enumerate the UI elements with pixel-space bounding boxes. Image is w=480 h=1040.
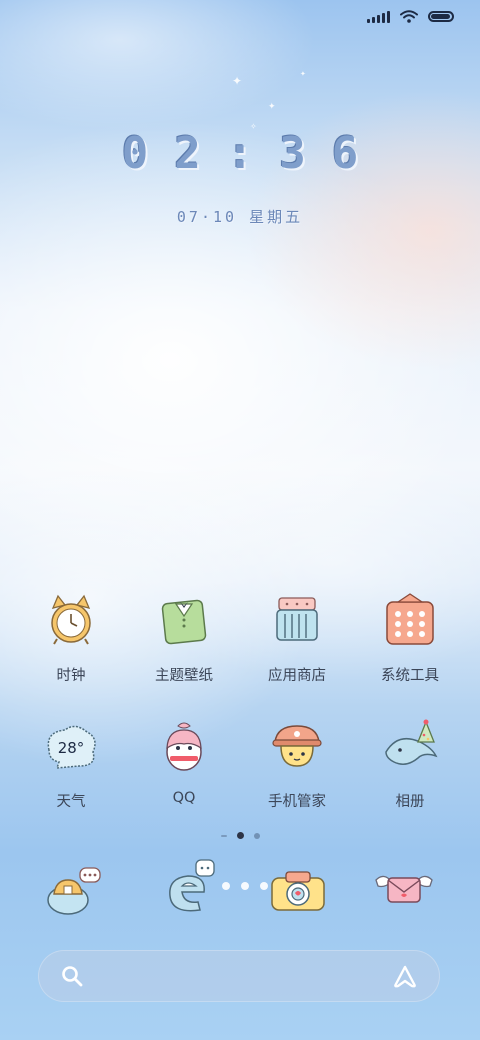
page-indicator-dot-active — [236, 832, 244, 839]
app-label: 相册 — [395, 794, 425, 810]
alarm-clock-icon — [51, 594, 91, 645]
app-label: 手机管家 — [268, 794, 326, 810]
search-bar[interactable] — [38, 950, 440, 1002]
system-tools-icon — [386, 593, 434, 645]
theme-wallpaper-icon — [161, 599, 207, 645]
app-security-manager[interactable]: 手机管家 — [242, 718, 352, 811]
wifi-icon — [400, 10, 418, 23]
camera-dock-icon[interactable] — [268, 862, 328, 922]
battery-fill — [431, 14, 450, 19]
app-clock[interactable]: 时钟 — [16, 592, 126, 685]
messages-dock-icon[interactable] — [374, 862, 434, 922]
app-weather[interactable]: 28° 天气 — [16, 718, 126, 811]
browser-dock-icon[interactable] — [160, 858, 220, 918]
app-label: 系统工具 — [381, 668, 439, 684]
clock-time[interactable]: 02:36 — [0, 128, 480, 179]
battery-icon — [428, 11, 454, 22]
home-screen: ✦ ✦ ✧ ✦ 02:36 07·10 星期五 时钟 主题壁纸 应用商店 系统工… — [0, 0, 480, 1040]
page-indicator-dash — [220, 834, 227, 837]
sparkle-decoration: ✦ — [300, 70, 306, 78]
sparkle-decoration: ✦ — [268, 102, 276, 112]
app-store[interactable]: 应用商店 — [242, 592, 352, 685]
security-manager-icon — [272, 725, 322, 767]
page-indicator[interactable] — [0, 832, 480, 839]
sparkle-decoration: ✦ — [232, 74, 243, 88]
app-store-icon — [276, 597, 318, 641]
penguin-qq-icon — [166, 722, 202, 771]
app-qq[interactable]: QQ — [129, 718, 239, 806]
app-label: 天气 — [56, 794, 86, 810]
app-label: 时钟 — [56, 668, 86, 684]
assistant-icon[interactable] — [392, 964, 418, 988]
search-icon[interactable] — [60, 964, 84, 988]
signal-bars-icon — [367, 10, 390, 23]
app-label: QQ — [172, 790, 196, 806]
phone-dock-icon[interactable] — [42, 862, 102, 922]
app-system-tools[interactable]: 系统工具 — [355, 592, 465, 685]
gallery-icon — [385, 719, 438, 765]
app-label: 主题壁纸 — [155, 668, 213, 684]
app-label: 应用商店 — [268, 668, 326, 684]
page-indicator-dot — [253, 832, 260, 839]
status-bar — [367, 10, 454, 23]
app-theme-wallpaper[interactable]: 主题壁纸 — [129, 592, 239, 685]
app-gallery[interactable]: 相册 — [355, 718, 465, 811]
dock-decoration-dots — [222, 882, 268, 890]
weather-icon: 28° — [47, 725, 96, 769]
weather-temperature: 28° — [58, 739, 85, 757]
clock-date[interactable]: 07·10 星期五 — [0, 206, 480, 227]
